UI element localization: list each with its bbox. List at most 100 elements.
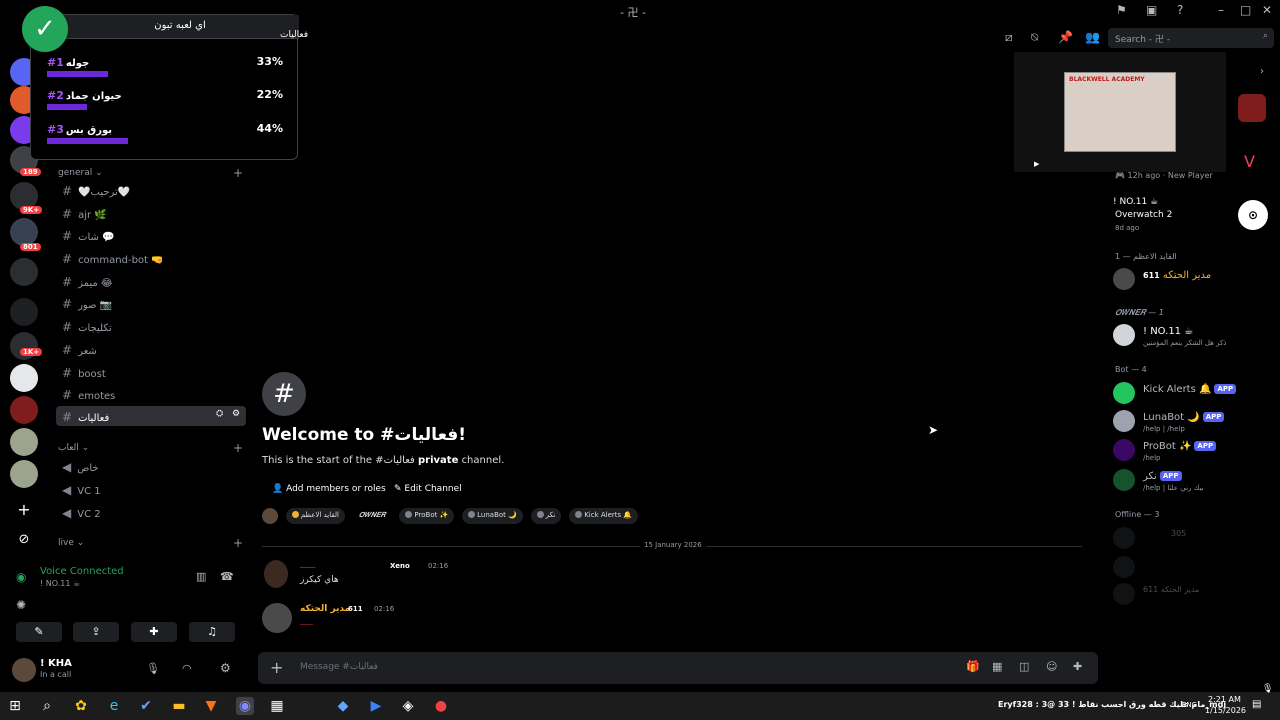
inbox-icon[interactable]: ⚑ — [1116, 3, 1127, 17]
chevron-right-icon[interactable]: › — [1260, 66, 1264, 77]
steam-icon[interactable]: ✔ — [137, 697, 155, 715]
category-live[interactable]: live ⌄ + — [58, 536, 243, 550]
message-composer[interactable]: + Message #فعاليات 🎁 ▦ ◫ ☺ ✚ — [258, 652, 1098, 684]
role-chip[interactable]: ProBot ✨ — [399, 508, 455, 524]
server-icon[interactable] — [10, 364, 38, 392]
category-voice[interactable]: العاب ⌄ + — [58, 441, 243, 455]
server-icon[interactable] — [10, 460, 38, 488]
channel-item[interactable]: # ajr 🌿 — [56, 203, 246, 223]
server-icon[interactable] — [10, 218, 38, 246]
poll-option[interactable]: #1 جوله 33% — [47, 55, 283, 77]
app-badge: APP — [1214, 384, 1237, 394]
role-chip[interactable]: نكر — [530, 508, 562, 524]
maximize-icon[interactable]: □ — [1240, 3, 1251, 17]
channel-label: ajr 🌿 — [78, 210, 107, 221]
language-indicator[interactable]: ENG — [1182, 701, 1197, 709]
role-chip[interactable]: Kick Alerts 🔔 — [569, 508, 639, 524]
channel-item[interactable]: # boost — [56, 362, 246, 382]
soundboard-button[interactable]: ♫ — [189, 622, 235, 642]
server-icon[interactable] — [10, 396, 38, 424]
category-general[interactable]: general ⌄ + — [58, 166, 243, 180]
edit-channel-button[interactable]: ✎ Edit Channel — [388, 481, 468, 497]
emoji-icon[interactable]: ☺ — [1046, 660, 1057, 673]
camera-button[interactable]: ✎ — [16, 622, 62, 642]
poll-option[interactable]: #3 بورق بس 44% — [47, 122, 283, 144]
clock-date[interactable]: 1/15/2026 — [1205, 706, 1246, 715]
edge-icon[interactable]: e — [105, 697, 123, 715]
avatar[interactable] — [264, 560, 288, 588]
settings-icon[interactable]: ⚙ — [220, 661, 231, 675]
app-icon[interactable]: ◆ — [334, 697, 352, 715]
app-icon[interactable]: ◈ — [399, 697, 417, 715]
close-icon[interactable]: ✕ — [1262, 3, 1272, 17]
folder-icon[interactable]: ▬ — [170, 697, 188, 715]
headphones-icon[interactable]: ◠ — [182, 662, 192, 675]
attach-icon[interactable]: + — [270, 658, 283, 677]
disconnect-icon[interactable]: ☎ — [220, 570, 234, 583]
add-channel-icon[interactable]: + — [233, 536, 243, 550]
gif-icon[interactable]: ▦ — [992, 660, 1002, 673]
help-icon[interactable]: ? — [1177, 3, 1183, 17]
folder-icon[interactable] — [10, 298, 38, 326]
voice-channel-item[interactable]: ◀ VC 2 — [56, 502, 246, 522]
discover-icon[interactable]: ⊘ — [10, 526, 38, 554]
channel-item[interactable]: # شات 💬 — [56, 225, 246, 245]
app-icon[interactable]: ✿ — [72, 697, 90, 715]
app-icon[interactable]: ● — [432, 697, 450, 715]
message-input[interactable]: Message #فعاليات — [300, 662, 378, 672]
channel-item[interactable]: # emotes — [56, 384, 246, 404]
search-input[interactable]: Search - 卍 - ⌕ — [1108, 28, 1274, 48]
notification-icon[interactable]: ▤ — [1252, 699, 1261, 710]
app-icon[interactable]: ▶ — [367, 697, 385, 715]
gear-icon[interactable]: ⚙ — [232, 409, 240, 419]
screen-icon[interactable]: ▣ — [1146, 3, 1157, 17]
add-channel-icon[interactable]: + — [233, 166, 243, 180]
activity-button[interactable]: ✚ — [131, 622, 177, 642]
chip-label: Kick Alerts 🔔 — [584, 511, 633, 519]
clock-time[interactable]: 2:21 AM — [1208, 695, 1241, 704]
apps-icon[interactable]: ✚ — [1073, 660, 1082, 673]
role-chip[interactable]: القايد الاعظم — [285, 508, 345, 524]
brave-icon[interactable]: ▼ — [202, 697, 220, 715]
add-members-button[interactable]: 👤 Add members or roles — [266, 481, 392, 497]
threads-icon[interactable]: ⧄ — [1005, 30, 1013, 45]
noise-icon[interactable]: ✺ — [16, 598, 26, 612]
play-icon[interactable]: ▶ — [1034, 160, 1039, 168]
member-name-text: مدير الحتكه — [1162, 270, 1212, 281]
message-author[interactable]: مدير الحتكه — [300, 604, 350, 614]
voice-channel-item[interactable]: ◀ خاص — [56, 456, 246, 476]
channel-item[interactable]: # صور 📷 — [56, 293, 246, 313]
server-icon[interactable] — [10, 258, 38, 286]
role-chip[interactable]: 𝑶𝑾𝑵𝑬𝑹 — [352, 508, 392, 524]
poll-option[interactable]: #2 حيوان جماد 22% — [47, 88, 283, 110]
search-icon[interactable]: ⌕ — [38, 697, 56, 715]
mute-icon[interactable]: ⍉ — [1031, 30, 1038, 45]
windows-start-icon[interactable]: ⊞ — [6, 697, 24, 715]
store-icon[interactable]: ▦ — [268, 697, 286, 715]
soundboard-icon[interactable]: ▥ — [196, 570, 206, 583]
stream-preview[interactable]: BLACKWELL ACADEMY ▶ — [1014, 52, 1226, 172]
avatar[interactable] — [262, 603, 292, 633]
members-icon[interactable]: 👥 — [1085, 30, 1100, 44]
gift-icon[interactable]: 🎁 — [966, 660, 980, 673]
avatar[interactable] — [12, 658, 36, 682]
channel-item[interactable]: # command-bot 🤜 — [56, 248, 246, 268]
channel-item[interactable]: # ميمز 😂 — [56, 271, 246, 291]
channel-item-active[interactable]: # فعاليات ⛭ ⚙ — [56, 406, 246, 426]
voice-channel-item[interactable]: ◀ VC 1 — [56, 479, 246, 499]
sticker-icon[interactable]: ◫ — [1019, 660, 1029, 673]
pin-icon[interactable]: 📌 — [1058, 30, 1073, 44]
invite-icon[interactable]: ⛭ — [216, 409, 223, 419]
screen-share-button[interactable]: ⇪ — [73, 622, 119, 642]
mic-icon[interactable]: 🎙 — [146, 662, 160, 675]
channel-item[interactable]: # شعر — [56, 339, 246, 359]
message-author[interactable]: ـــــ — [300, 561, 315, 571]
minimize-icon[interactable]: – — [1218, 3, 1224, 17]
role-chip[interactable]: LunaBot 🌙 — [462, 508, 523, 524]
channel-item[interactable]: # 🤍ترحيب🤍 — [56, 180, 246, 200]
add-channel-icon[interactable]: + — [233, 441, 243, 455]
add-server-icon[interactable]: + — [10, 496, 38, 524]
server-icon[interactable] — [10, 428, 38, 456]
channel-item[interactable]: # تكليجات — [56, 316, 246, 336]
discord-icon[interactable]: ◉ — [236, 697, 254, 715]
